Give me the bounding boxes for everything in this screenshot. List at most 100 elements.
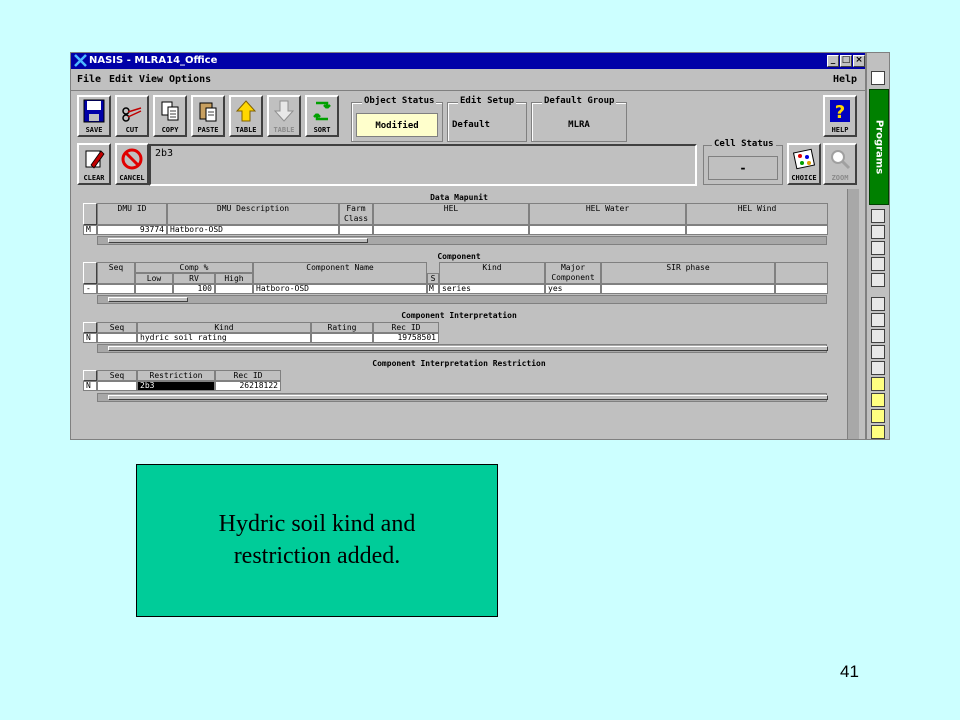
- choice-button[interactable]: CHOICE: [787, 143, 821, 185]
- word-icon[interactable]: [871, 209, 885, 223]
- row-marker[interactable]: -: [83, 284, 97, 294]
- table-down-button[interactable]: TABLE: [267, 95, 301, 137]
- col-sir-phase[interactable]: SIR phase: [601, 262, 775, 284]
- cell-edit-area[interactable]: 2b3: [149, 144, 697, 186]
- maximize-button[interactable]: □: [840, 55, 852, 67]
- s-cell[interactable]: M: [427, 284, 439, 294]
- rv-cell[interactable]: 100: [173, 284, 215, 294]
- sir-phase-cell[interactable]: [601, 284, 775, 294]
- col-dmu-description[interactable]: DMU Description: [167, 203, 339, 225]
- col-dmu-id[interactable]: DMU ID: [97, 203, 167, 225]
- col-rec-id[interactable]: Rec ID: [215, 370, 281, 381]
- folder-icon[interactable]: [871, 393, 885, 407]
- default-group-group[interactable]: Default Group MLRA: [531, 96, 627, 142]
- default-group-value[interactable]: MLRA: [536, 113, 622, 137]
- cut-button[interactable]: CUT: [115, 95, 149, 137]
- low-cell[interactable]: [135, 284, 173, 294]
- hel-cell[interactable]: [373, 225, 529, 235]
- menu-view[interactable]: View: [139, 69, 163, 91]
- seq-cell[interactable]: [97, 381, 137, 391]
- folder-icon[interactable]: [871, 425, 885, 439]
- copy-button[interactable]: COPY: [153, 95, 187, 137]
- high-cell[interactable]: [215, 284, 253, 294]
- col-major-component[interactable]: Major Component: [545, 262, 601, 284]
- dmu-description-cell[interactable]: Hatboro-OSD: [167, 225, 339, 235]
- horizontal-scrollbar[interactable]: [97, 393, 828, 402]
- row-marker[interactable]: N: [83, 381, 97, 391]
- select-all-button[interactable]: [83, 322, 97, 333]
- col-s[interactable]: S: [427, 273, 439, 284]
- col-farm-class[interactable]: Farm Class: [339, 203, 373, 225]
- col-seq[interactable]: Seq: [97, 370, 137, 381]
- window-icon[interactable]: [871, 71, 885, 85]
- col-component-name[interactable]: Component Name: [253, 262, 427, 284]
- farm-class-cell[interactable]: [339, 225, 373, 235]
- extra-cell[interactable]: [775, 284, 828, 294]
- close-button[interactable]: ×: [853, 55, 865, 67]
- col-seq[interactable]: Seq: [97, 322, 137, 333]
- row-marker[interactable]: M: [83, 225, 97, 235]
- horizontal-scrollbar[interactable]: [97, 344, 828, 353]
- col-hel-wind[interactable]: HEL Wind: [686, 203, 828, 225]
- col-seq[interactable]: Seq: [97, 262, 135, 284]
- major-component-cell[interactable]: yes: [545, 284, 601, 294]
- excel-icon[interactable]: [871, 225, 885, 239]
- help-button[interactable]: ? HELP: [823, 95, 857, 137]
- sort-button[interactable]: SORT: [305, 95, 339, 137]
- document-icon[interactable]: [871, 329, 885, 343]
- paste-button[interactable]: PASTE: [191, 95, 225, 137]
- col-high[interactable]: High: [215, 273, 253, 284]
- menu-edit[interactable]: Edit: [109, 69, 133, 91]
- save-button[interactable]: SAVE: [77, 95, 111, 137]
- col-hel-water[interactable]: HEL Water: [529, 203, 686, 225]
- col-restriction[interactable]: Restriction: [137, 370, 215, 381]
- col-extra[interactable]: [775, 262, 828, 284]
- kind-cell[interactable]: series: [439, 284, 545, 294]
- component-name-cell[interactable]: Hatboro-OSD: [253, 284, 427, 294]
- image-icon[interactable]: [871, 345, 885, 359]
- seq-cell[interactable]: [97, 284, 135, 294]
- monitor-icon[interactable]: [871, 241, 885, 255]
- restriction-cell[interactable]: 2b3: [137, 381, 215, 391]
- col-comp-pct[interactable]: Comp %: [135, 262, 253, 273]
- horizontal-scrollbar[interactable]: [97, 236, 827, 245]
- dmu-id-cell[interactable]: 93774: [97, 225, 167, 235]
- folder-icon[interactable]: [871, 377, 885, 391]
- col-kind[interactable]: Kind: [439, 262, 545, 284]
- col-rv[interactable]: RV: [173, 273, 215, 284]
- col-rating[interactable]: Rating: [311, 322, 373, 333]
- rec-id-cell[interactable]: 19758501: [373, 333, 439, 343]
- select-all-button[interactable]: [83, 370, 97, 381]
- zoom-button[interactable]: ZOOM: [823, 143, 857, 185]
- col-low[interactable]: Low: [135, 273, 173, 284]
- row-marker[interactable]: N: [83, 333, 97, 343]
- rating-cell[interactable]: [311, 333, 373, 343]
- col-kind[interactable]: Kind: [137, 322, 311, 333]
- select-all-button[interactable]: [83, 203, 97, 225]
- kind-cell[interactable]: hydric soil rating: [137, 333, 311, 343]
- horizontal-scrollbar[interactable]: [97, 295, 827, 304]
- rec-id-cell[interactable]: 26218122: [215, 381, 281, 391]
- programs-tab[interactable]: Programs: [869, 89, 889, 205]
- app-icon[interactable]: [871, 297, 885, 311]
- document-icon[interactable]: [871, 313, 885, 327]
- menu-file[interactable]: File: [77, 69, 101, 91]
- edit-setup-value[interactable]: Default: [452, 113, 522, 137]
- table-button[interactable]: TABLE: [229, 95, 263, 137]
- vertical-scrollbar[interactable]: [847, 189, 859, 439]
- seq-cell[interactable]: [97, 333, 137, 343]
- cancel-button[interactable]: CANCEL: [115, 143, 149, 185]
- folder-icon[interactable]: [871, 409, 885, 423]
- col-hel[interactable]: HEL: [373, 203, 529, 225]
- tool-icon[interactable]: [871, 257, 885, 271]
- select-all-button[interactable]: [83, 262, 97, 284]
- hel-wind-cell[interactable]: [686, 225, 828, 235]
- clear-button[interactable]: CLEAR: [77, 143, 111, 185]
- document-icon[interactable]: [871, 361, 885, 375]
- title-bar[interactable]: NASIS - MLRA14_Office _ □ ×: [71, 53, 865, 69]
- hel-water-cell[interactable]: [529, 225, 686, 235]
- key-icon[interactable]: [871, 273, 885, 287]
- menu-options[interactable]: Options: [169, 69, 211, 91]
- col-rec-id[interactable]: Rec ID: [373, 322, 439, 333]
- minimize-button[interactable]: _: [827, 55, 839, 67]
